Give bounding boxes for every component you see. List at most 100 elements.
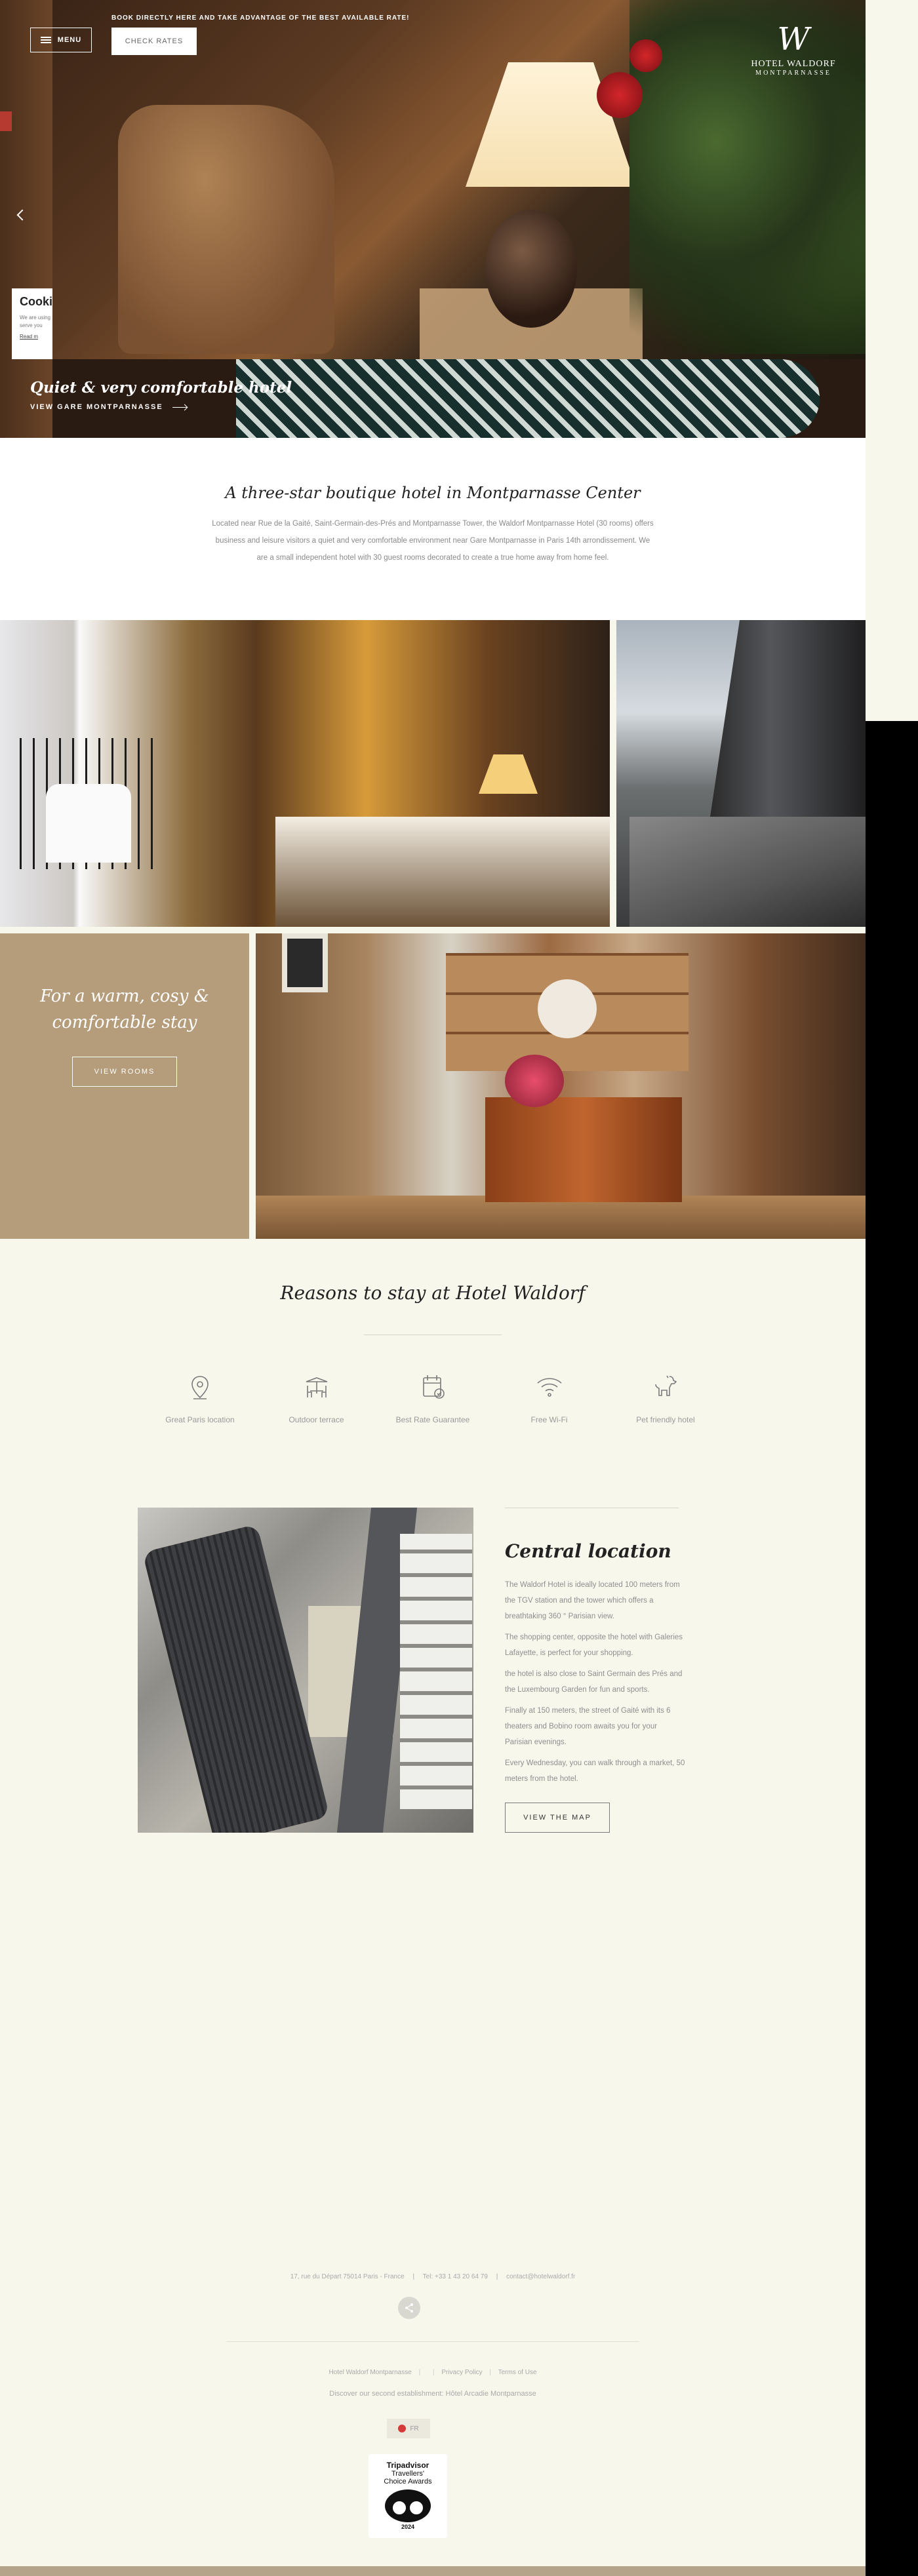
breakfast-table-image <box>46 784 131 863</box>
central-paragraph: the hotel is also close to Saint Germain… <box>505 1670 683 1694</box>
tower-image <box>708 620 866 830</box>
hero-link[interactable]: VIEW GARE MONTPARNASSE <box>30 403 187 411</box>
share-icon <box>405 2303 413 2313</box>
armchair-image <box>118 105 334 354</box>
feature-label: Outdoor terrace <box>289 1415 344 1424</box>
separator: | <box>496 2273 498 2280</box>
logo-subtitle: MONTPARNASSE <box>755 69 831 77</box>
page-edge-strip <box>866 0 918 721</box>
feature-item: Outdoor terrace <box>268 1371 366 1424</box>
intro-text: Located near Rue de la Gaité, Saint-Germ… <box>212 520 654 562</box>
bed-image <box>275 817 610 927</box>
view-rooms-button[interactable]: VIEW ROOMS <box>72 1057 177 1087</box>
logo-name: HOTEL WALDORF <box>751 59 836 69</box>
wifi-icon <box>536 1378 562 1397</box>
arrow-right-icon <box>172 406 187 408</box>
hero-caption: Quiet & very comfortable hotel <box>30 379 292 397</box>
menu-button[interactable]: MENU <box>30 28 92 52</box>
footer-link-terms[interactable]: Terms of Use <box>498 2369 537 2376</box>
promo-text: BOOK DIRECTLY HERE AND TAKE ADVANTAGE OF… <box>111 14 410 22</box>
red-flower-image <box>597 72 643 118</box>
cookie-text: We are using serve you <box>20 314 52 330</box>
tripadvisor-owl-icon <box>385 2489 431 2522</box>
hero-section: Quiet & very comfortable hotel VIEW GARE… <box>0 0 866 438</box>
bottom-bar <box>0 2566 866 2576</box>
hero-prev-slide-peek <box>0 0 52 438</box>
warm-stay-title-line: For a warm, cosy & <box>40 986 209 1006</box>
features-list: Great Paris location Outdoor terrace Bes… <box>151 1371 715 1424</box>
feature-label: Great Paris location <box>165 1415 235 1424</box>
calendar-check-icon <box>423 1375 445 1399</box>
separator: | <box>489 2369 492 2376</box>
lamp-base-image <box>485 210 577 328</box>
cabinet-image <box>485 1097 682 1202</box>
red-flower-image <box>629 39 662 72</box>
central-paragraph: The Waldorf Hotel is ideally located 100… <box>505 1581 680 1620</box>
feature-item: Best Rate Guarantee <box>384 1371 482 1424</box>
footer-links: Hotel Waldorf Montparnasse | | Privacy P… <box>0 2369 866 2376</box>
menu-button-label: MENU <box>57 36 82 44</box>
hotel-logo[interactable]: W HOTEL WALDORF MONTPARNASSE <box>748 20 839 77</box>
footer-address: 17, rue du Départ 75014 Paris - France <box>290 2273 405 2280</box>
cookie-banner: Cookies We are using serve you Read m <box>12 288 52 359</box>
room-balcony-photo <box>0 620 610 927</box>
wall-clock-image <box>538 979 597 1038</box>
cookie-read-more-link[interactable]: Read m <box>20 334 52 340</box>
central-paragraph: The shopping center, opposite the hotel … <box>505 1633 683 1657</box>
hero-link-label: VIEW GARE MONTPARNASSE <box>30 403 163 411</box>
divider <box>226 2341 639 2342</box>
tripadvisor-badge[interactable]: Tripadvisor Travellers' Choice Awards 20… <box>369 2454 447 2538</box>
second-establishment-link[interactable]: Discover our second establishment: Hôtel… <box>0 2390 866 2398</box>
hero-peek-detail <box>0 111 12 131</box>
separator: | <box>432 2369 435 2376</box>
reasons-title: Reasons to stay at Hotel Waldorf <box>280 1282 586 1304</box>
tripadvisor-award-line: Travellers' <box>391 2470 424 2478</box>
warm-stay-block: For a warm, cosy & comfortable stay VIEW… <box>0 933 249 1239</box>
lounge-photo <box>256 933 866 1239</box>
footer-link-privacy[interactable]: Privacy Policy <box>441 2369 482 2376</box>
terrace-icon <box>306 1377 327 1397</box>
separator: | <box>412 2273 415 2280</box>
tower-aerial-image <box>142 1524 330 1833</box>
tripadvisor-year: 2024 <box>401 2524 415 2530</box>
share-button[interactable] <box>398 2297 420 2319</box>
location-pin-icon <box>191 1376 209 1399</box>
montparnasse-tower-photo <box>616 620 866 927</box>
intro-section: A three-star boutique hotel in Montparna… <box>0 438 866 620</box>
hamburger-icon <box>40 37 51 43</box>
feature-item: Great Paris location <box>151 1371 249 1424</box>
language-label: FR <box>410 2425 419 2432</box>
intro-title: A three-star boutique hotel in Montparna… <box>225 484 641 502</box>
check-rates-button[interactable]: CHECK RATES <box>111 28 197 55</box>
tripadvisor-award-line: Choice Awards <box>384 2478 432 2486</box>
logo-monogram: W <box>777 21 810 58</box>
warm-stay-title: For a warm, cosy & comfortable stay <box>0 983 249 1036</box>
separator: | <box>418 2369 421 2376</box>
feature-label: Free Wi-Fi <box>530 1415 568 1424</box>
cookie-text-line: We are using <box>20 315 50 321</box>
footer-phone[interactable]: Tel: +33 1 43 20 64 79 <box>423 2273 488 2280</box>
language-selector[interactable]: FR <box>387 2419 430 2438</box>
building-block-image <box>400 1534 472 1809</box>
patterned-cushion-image <box>236 359 820 438</box>
footer-email[interactable]: contact@hotelwaldorf.fr <box>506 2273 575 2280</box>
aerial-city-photo <box>138 1508 473 1833</box>
page: Quiet & very comfortable hotel VIEW GARE… <box>0 0 866 2576</box>
dog-icon <box>655 1375 677 1396</box>
warm-stay-title-line: comfortable stay <box>52 1013 197 1032</box>
footer-contact: 17, rue du Départ 75014 Paris - France |… <box>0 2273 866 2280</box>
bouquet-image <box>505 1055 564 1107</box>
feature-item: Pet friendly hotel <box>616 1371 715 1424</box>
feature-label: Best Rate Guarantee <box>395 1415 470 1424</box>
central-location-text: The Waldorf Hotel is ideally located 100… <box>505 1577 685 1792</box>
bedside-lamp-image <box>479 754 538 794</box>
cookie-text-line: serve you <box>20 322 43 328</box>
street-view-image <box>629 817 866 927</box>
view-map-button[interactable]: VIEW THE MAP <box>505 1803 610 1833</box>
central-paragraph: Finally at 150 meters, the street of Gai… <box>505 1707 671 1746</box>
feature-label: Pet friendly hotel <box>636 1415 695 1424</box>
flag-icon <box>398 2425 407 2432</box>
central-location-title: Central location <box>505 1540 671 1562</box>
footer-link-home[interactable]: Hotel Waldorf Montparnasse <box>329 2369 411 2376</box>
cookie-title: Cookies <box>20 295 52 308</box>
